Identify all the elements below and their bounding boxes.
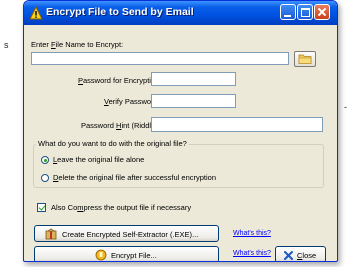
original-file-question: What do you want to do with the original… xyxy=(36,139,189,148)
encrypt-dialog-window: Encrypt File to Send by Email Enter File… xyxy=(23,0,338,262)
leave-original-label[interactable]: Leave the original file alone xyxy=(53,155,144,164)
file-name-label: Enter File Name to Encrypt: xyxy=(31,40,123,49)
whats-this-link-2[interactable]: What's this? xyxy=(233,250,271,257)
close-window-button[interactable] xyxy=(314,4,330,20)
delete-original-label[interactable]: Delete the original file after successfu… xyxy=(53,173,216,182)
password-hint-label: Password Hint (Riddle): xyxy=(81,121,160,130)
password-input[interactable] xyxy=(151,72,236,86)
maximize-button[interactable] xyxy=(297,4,313,20)
folder-icon xyxy=(298,54,312,64)
delete-original-rest: elete the original file after successful… xyxy=(58,173,217,182)
compress-label-rest: press the output file if necessary xyxy=(83,203,192,212)
file-name-label-prefix: Enter xyxy=(31,40,52,49)
package-icon xyxy=(45,228,57,240)
whats-this-link-1[interactable]: What's this? xyxy=(233,230,271,237)
self-extractor-label: Create Encrypted Self-Extractor (.EXE)..… xyxy=(62,230,199,239)
leave-original-radio[interactable] xyxy=(41,156,49,164)
file-name-label-rest: ile Name to Encrypt: xyxy=(55,40,124,49)
warning-icon xyxy=(29,6,43,20)
compress-checkbox[interactable] xyxy=(37,203,46,212)
background-text-left: s xyxy=(4,40,9,50)
password-label: Password for Encryption: xyxy=(78,76,161,85)
minimize-button[interactable] xyxy=(280,4,296,20)
close-button[interactable]: Close xyxy=(275,246,326,261)
close-rest: lose xyxy=(302,251,317,260)
compress-label[interactable]: Also Compress the output file if necessa… xyxy=(51,203,191,212)
compress-label-prefix: Also Co xyxy=(51,203,78,212)
background-text-right: - xyxy=(344,102,347,112)
hint-label-prefix: Password xyxy=(81,121,117,130)
password-hint-input[interactable] xyxy=(151,117,323,132)
file-name-input[interactable] xyxy=(31,52,289,65)
close-button-label: Close xyxy=(297,251,316,260)
delete-original-radio[interactable] xyxy=(41,174,49,182)
encrypt-file-label: Encrypt File... xyxy=(111,251,157,260)
browse-button[interactable] xyxy=(294,51,316,67)
leave-original-rest: eave the original file alone xyxy=(57,155,145,164)
encrypt-file-icon xyxy=(95,249,107,261)
verify-password-input[interactable] xyxy=(151,94,236,108)
create-self-extractor-button[interactable]: Create Encrypted Self-Extractor (.EXE)..… xyxy=(34,225,219,242)
encrypt-file-button[interactable]: Encrypt File... xyxy=(34,246,219,261)
password-label-rest: assword for Encryption: xyxy=(83,76,162,85)
window-title: Encrypt File to Send by Email xyxy=(46,6,194,18)
close-x-icon xyxy=(284,251,293,260)
title-bar[interactable]: Encrypt File to Send by Email xyxy=(24,1,337,25)
